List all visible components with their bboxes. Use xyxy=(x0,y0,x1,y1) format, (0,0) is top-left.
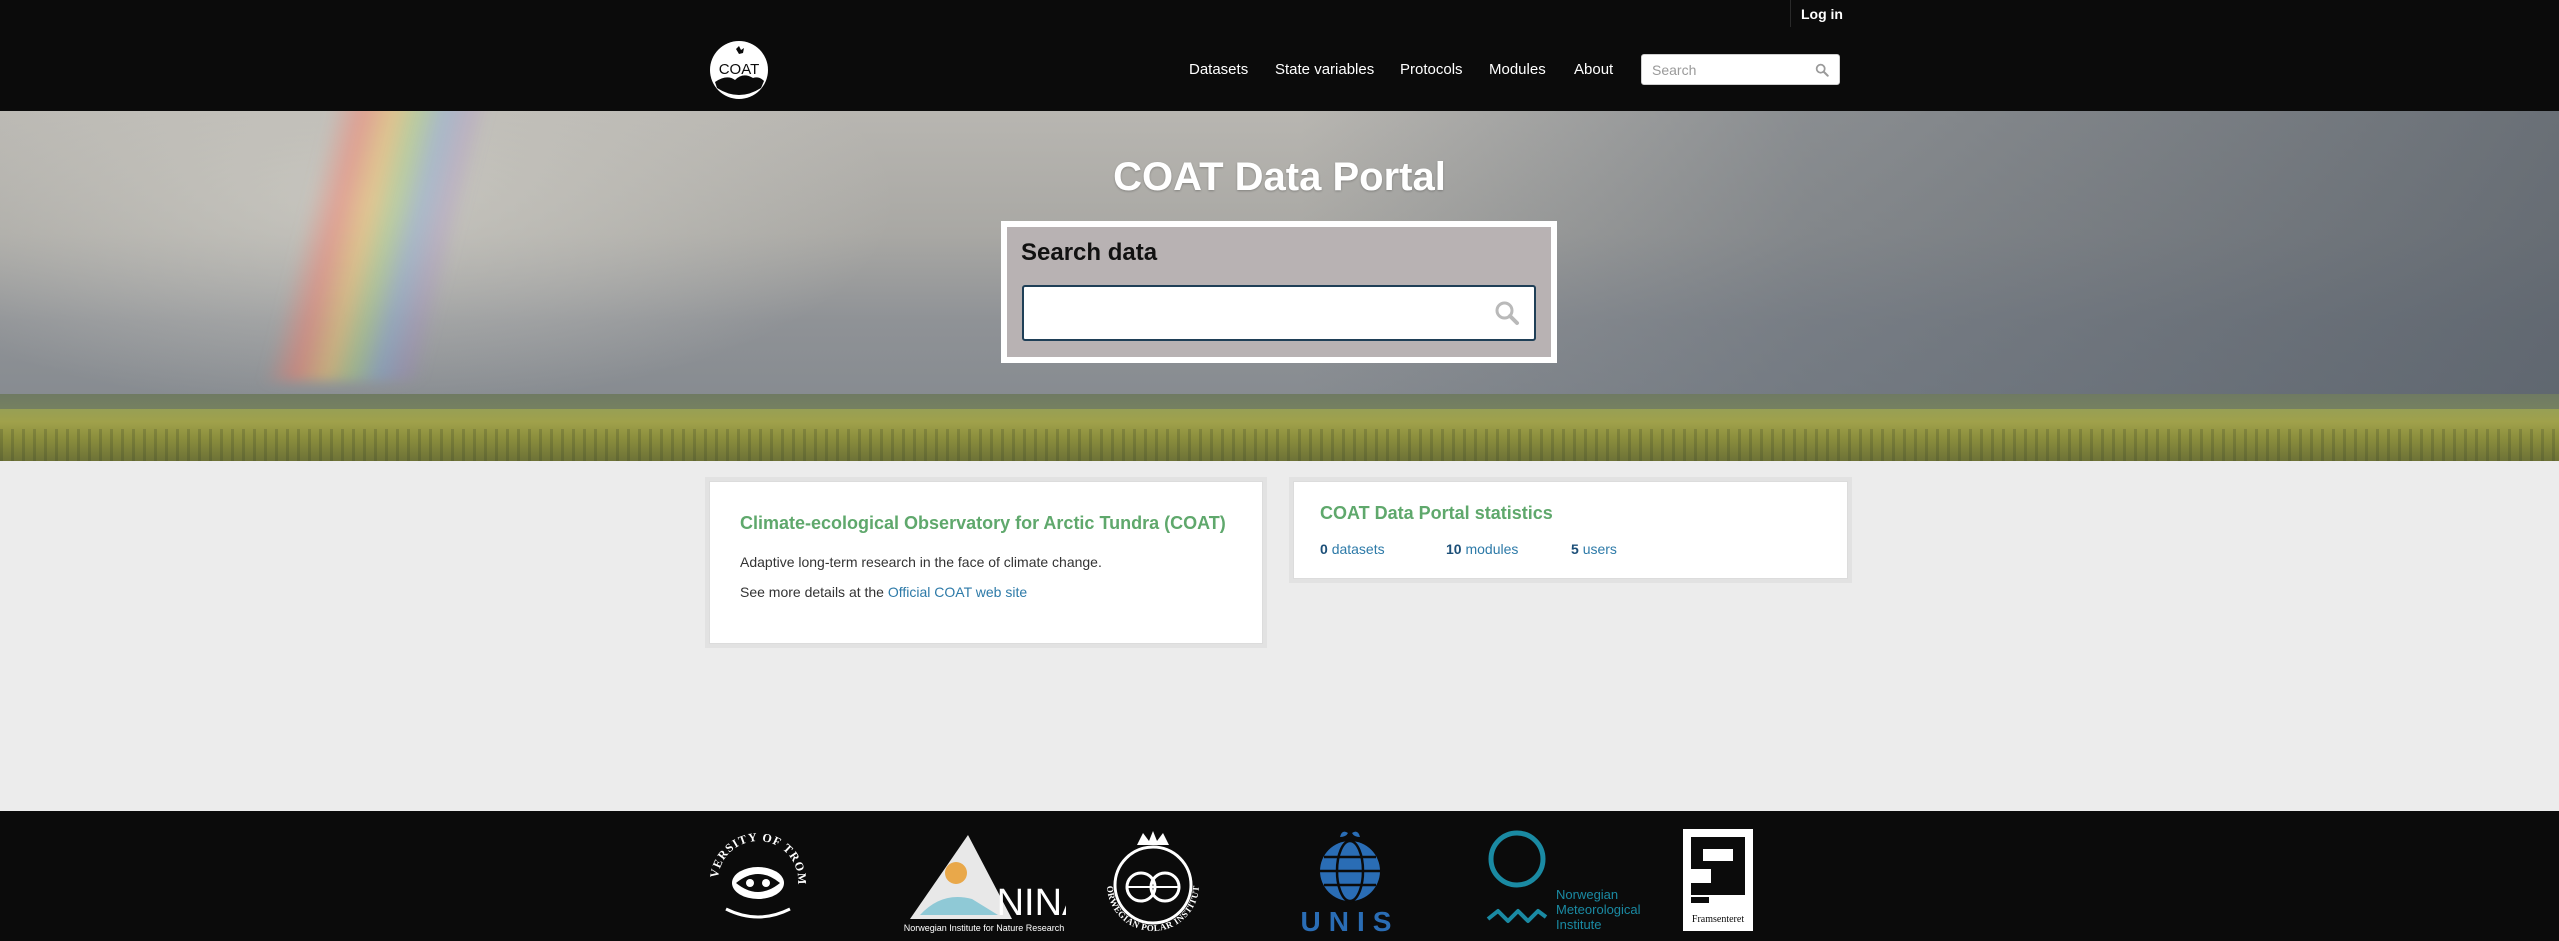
partner-nina[interactable]: NINA Norwegian Institute for Nature Rese… xyxy=(902,829,1088,938)
partner-unis[interactable]: UNIS xyxy=(1290,827,1410,941)
partner-npi[interactable]: NORWEGIAN POLAR INSTITUTE xyxy=(1094,817,1209,941)
intro-card-more: See more details at the Official COAT we… xyxy=(740,584,1027,600)
search-icon[interactable] xyxy=(1815,63,1829,77)
search-data-heading: Search data xyxy=(1021,239,1158,266)
partner-met[interactable]: Norwegian Meteorological Institute xyxy=(1486,829,1656,938)
stat-datasets-count: 0 xyxy=(1320,541,1328,557)
uit-seal-icon: UNIVERSITY OF TROMSØ xyxy=(701,818,808,919)
coat-logo-icon: COAT xyxy=(710,41,768,99)
unis-wordmark: UNIS xyxy=(1301,906,1400,937)
partner-uit[interactable]: UNIVERSITY OF TROMSØ xyxy=(701,818,810,938)
intro-card: Climate-ecological Observatory for Arcti… xyxy=(709,481,1263,644)
coat-logo[interactable]: COAT xyxy=(709,40,769,100)
fram-caption: Framsenteret xyxy=(1692,914,1744,925)
header-search-input[interactable] xyxy=(1642,55,1812,84)
hero-tundra-texture xyxy=(0,429,2559,461)
stat-users-label: users xyxy=(1582,541,1617,557)
nav-protocols[interactable]: Protocols xyxy=(1400,61,1463,78)
statistics-card: COAT Data Portal statistics 0 datasets 1… xyxy=(1293,481,1848,579)
stat-users[interactable]: 5 users xyxy=(1571,541,1617,557)
stat-users-count: 5 xyxy=(1571,541,1579,557)
met-logo-icon: Norwegian Meteorological Institute xyxy=(1486,830,1641,932)
dataset-search xyxy=(1022,285,1536,341)
npi-seal-icon: NORWEGIAN POLAR INSTITUTE xyxy=(1094,817,1201,933)
header-search xyxy=(1641,54,1840,85)
stat-modules-label: modules xyxy=(1465,541,1519,557)
met-name-line3: Institute xyxy=(1556,917,1602,932)
met-name-line1: Norwegian xyxy=(1556,887,1618,902)
stat-modules[interactable]: 10 modules xyxy=(1446,541,1518,557)
stat-modules-count: 10 xyxy=(1446,541,1462,557)
nav-about[interactable]: About xyxy=(1574,61,1613,78)
nav-datasets[interactable]: Datasets xyxy=(1189,61,1248,78)
nav-state-variables[interactable]: State variables xyxy=(1275,61,1374,78)
masthead: Log in COAT Datasets State variables Pro… xyxy=(0,0,2559,111)
statistics-card-title: COAT Data Portal statistics xyxy=(1320,503,1553,523)
page-title: COAT Data Portal xyxy=(1113,155,1446,199)
intro-card-title: Climate-ecological Observatory for Arcti… xyxy=(740,513,1226,533)
search-data-panel: Search data xyxy=(1001,221,1557,363)
nina-wordmark: NINA xyxy=(997,882,1066,924)
intro-card-description: Adaptive long-term research in the face … xyxy=(740,554,1102,570)
stat-datasets[interactable]: 0 datasets xyxy=(1320,541,1385,557)
footer: UNIVERSITY OF TROMSØ NINA Norwegian Inst… xyxy=(0,811,2559,941)
fram-logo-icon: Framsenteret xyxy=(1683,829,1753,931)
account-links: Log in xyxy=(1790,0,1843,27)
official-site-link[interactable]: Official COAT web site xyxy=(888,584,1027,600)
nina-logo-icon: NINA Norwegian Institute for Nature Rese… xyxy=(904,835,1088,933)
hero-banner: COAT Data Portal Search data xyxy=(0,111,2559,461)
dataset-search-input[interactable] xyxy=(1024,287,1484,339)
search-icon[interactable] xyxy=(1494,300,1520,326)
nina-caption: Norwegian Institute for Nature Research xyxy=(904,923,1065,933)
login-link[interactable]: Log in xyxy=(1801,6,1843,22)
met-name-line2: Meteorological xyxy=(1556,902,1641,917)
intro-card-more-prefix: See more details at the xyxy=(740,584,888,600)
nav-modules[interactable]: Modules xyxy=(1489,61,1546,78)
logo-text: COAT xyxy=(719,61,760,78)
unis-logo-icon: UNIS xyxy=(1301,831,1400,937)
stat-datasets-label: datasets xyxy=(1331,541,1385,557)
partner-fram[interactable]: Framsenteret xyxy=(1683,829,1753,936)
